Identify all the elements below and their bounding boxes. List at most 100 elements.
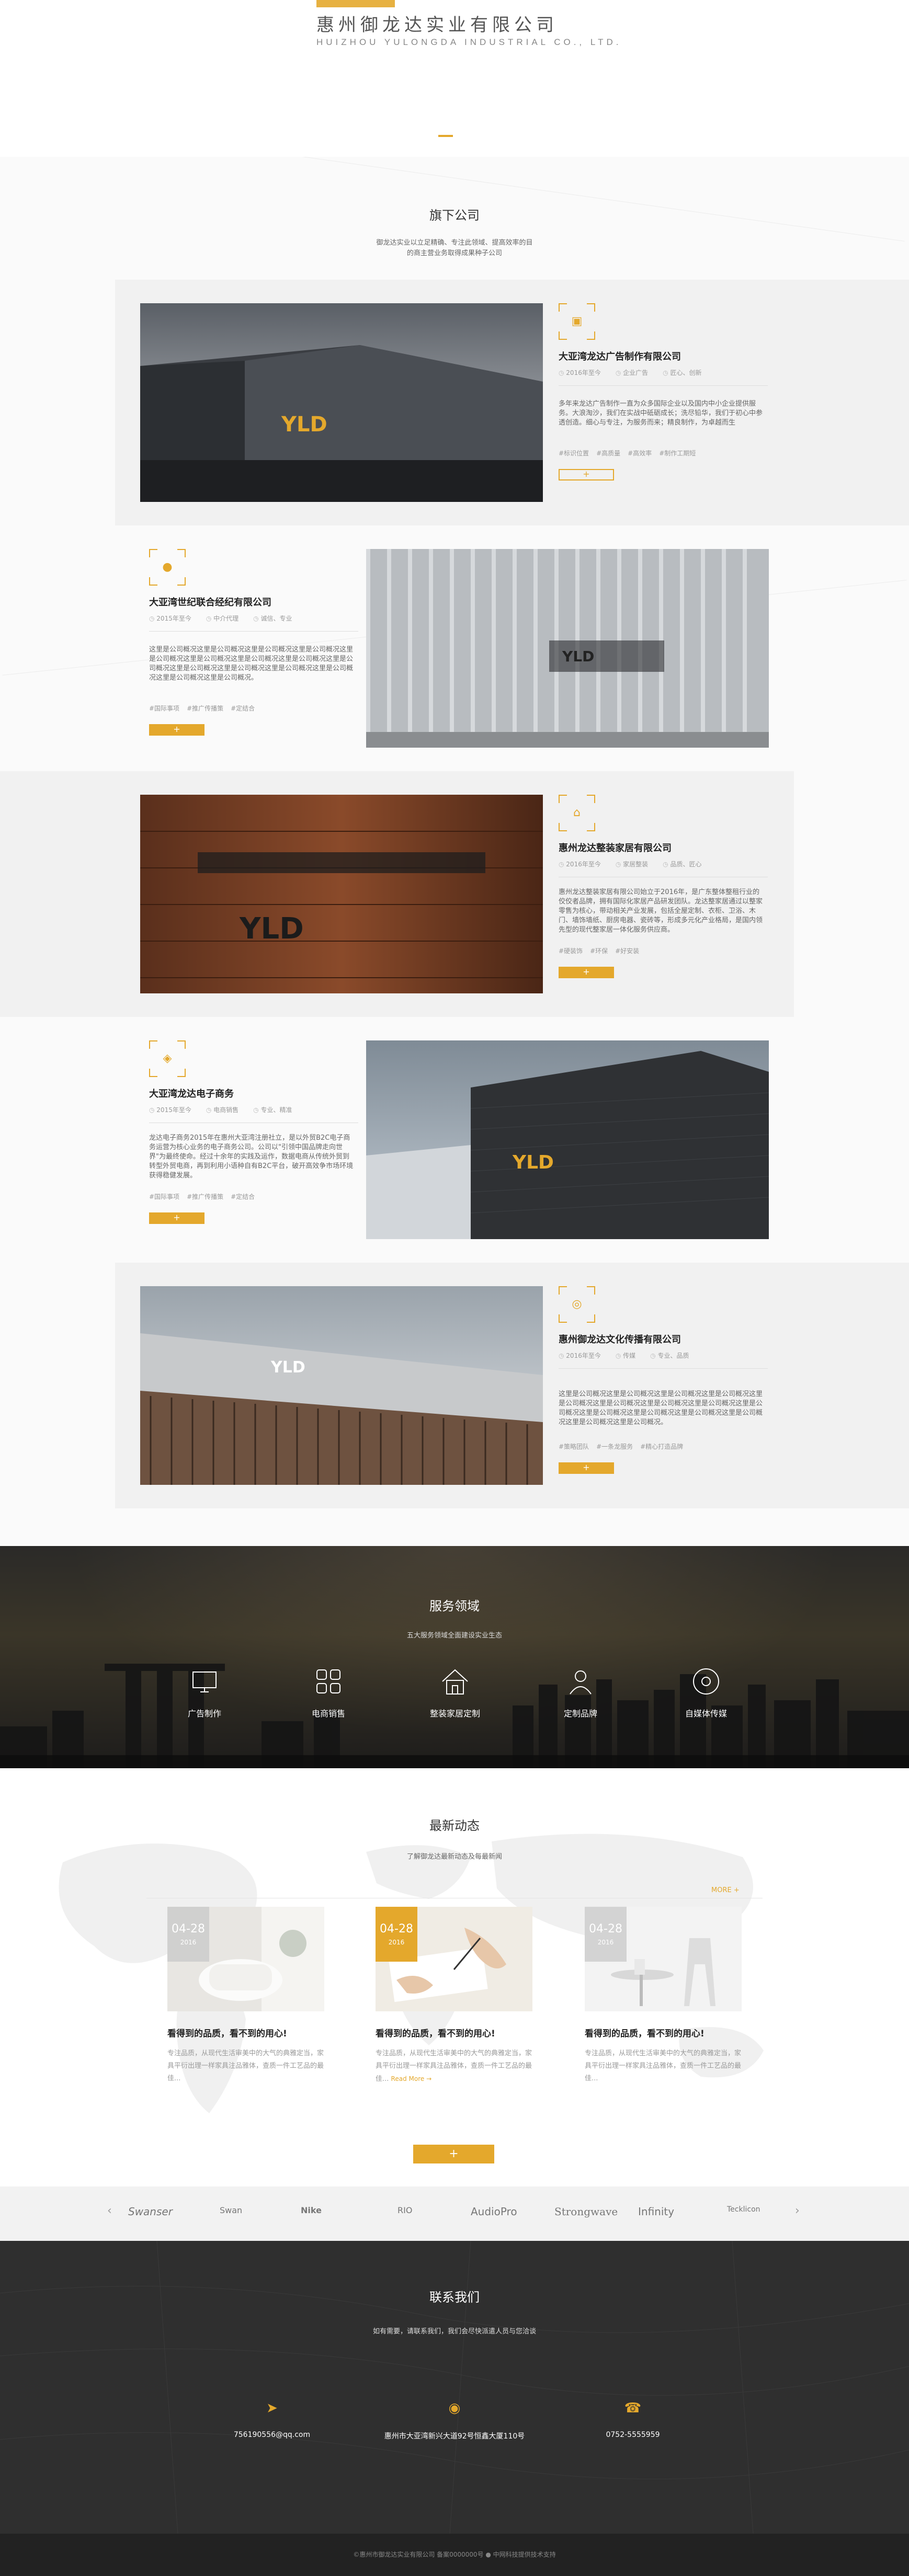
divider bbox=[559, 1368, 768, 1369]
news-subtitle: 了解御龙达最新动态及每最新闻 bbox=[406, 1853, 502, 1861]
service-item-ad[interactable]: 广告制作 bbox=[163, 1664, 246, 1719]
chevron-right-icon[interactable]: › bbox=[795, 2204, 800, 2217]
tag: #制作工期短 bbox=[659, 450, 696, 457]
news-image: 04-28 2016 bbox=[376, 1907, 532, 2011]
partner-logo[interactable]: Swanser bbox=[128, 2205, 173, 2218]
contact-title: 联系我们 bbox=[429, 2290, 480, 2305]
tag-icon: ◈ bbox=[149, 1040, 186, 1077]
company-name-cn: 惠州御龙达实业有限公司 bbox=[316, 15, 558, 36]
company-tags: #国际事项 #推广传播策 #定结合 bbox=[149, 1192, 358, 1201]
company-type: 电商销售 bbox=[206, 1105, 238, 1114]
tag: #硬装饰 bbox=[559, 947, 583, 955]
news-title: 最新动态 bbox=[429, 1818, 480, 1833]
home-icon: ⌂ bbox=[559, 795, 595, 831]
news-card[interactable]: 04-28 2016 看得到的品质，看不到的用心! 专注品质，从现代生活审美中的大… bbox=[376, 1907, 564, 2086]
map-texture bbox=[0, 2241, 909, 2534]
company-year: 2016年至今 bbox=[559, 860, 601, 868]
company-image[interactable]: YLD bbox=[140, 795, 543, 993]
image-icon: ▣ bbox=[559, 303, 595, 340]
tag: #国际事项 bbox=[149, 705, 180, 712]
company-name: 大亚湾龙达电子商务 bbox=[149, 1089, 234, 1100]
brand-logo[interactable]: 惠州御龙达实业有限公司 HUIZHOU YULONGDA INDUSTRIAL … bbox=[316, 0, 621, 48]
svg-text:YLD: YLD bbox=[270, 1358, 305, 1377]
partner-logo[interactable]: AudioPro bbox=[471, 2205, 517, 2218]
service-item-home[interactable]: 整装家居定制 bbox=[413, 1664, 497, 1719]
partner-logo[interactable]: Nike bbox=[301, 2205, 322, 2215]
company-tags: #标识位置 #高质量 #高效率 #制作工期短 bbox=[559, 449, 768, 457]
company-type: 企业广告 bbox=[616, 368, 648, 377]
tag: #定结合 bbox=[231, 1193, 255, 1200]
company-meta: 2015年至今 中介代理 诚信、专业 bbox=[149, 614, 358, 623]
company-tags: #硬装饰 #环保 #好安装 bbox=[559, 946, 768, 955]
partner-logo[interactable]: Strongwave bbox=[554, 2205, 618, 2218]
bg-line bbox=[4, 157, 905, 242]
service-item-ecommerce[interactable]: 电商销售 bbox=[287, 1664, 370, 1719]
tag: #推广传播策 bbox=[187, 1193, 224, 1200]
company-type: 传媒 bbox=[616, 1351, 635, 1360]
plus-button[interactable]: + bbox=[149, 1212, 204, 1224]
plus-button[interactable]: + bbox=[559, 967, 614, 978]
header-accent-line bbox=[438, 135, 453, 137]
company-year: 2015年至今 bbox=[149, 614, 191, 623]
company-image[interactable]: YLD bbox=[140, 303, 543, 502]
date-day: 04-28 bbox=[380, 1922, 413, 1936]
news-section: 最新动态 了解御龙达最新动态及每最新闻 MORE + 04-28 2016 看得到… bbox=[0, 1768, 909, 2186]
news-excerpt: 专注品质，从现代生活审美中的大气的典雅定当，家具平衍出理一样家具注品雅体，查质一… bbox=[585, 2050, 742, 2082]
services-title: 服务领域 bbox=[429, 1599, 480, 1613]
news-headline: 看得到的品质，看不到的用心! bbox=[376, 2029, 495, 2039]
disc-icon bbox=[688, 1664, 724, 1699]
service-item-brand[interactable]: 定制品牌 bbox=[539, 1664, 622, 1719]
read-more-link[interactable]: Read More → bbox=[391, 2075, 432, 2082]
contact-subtitle: 如有需要，请联系我们，我们会尽快派遣人员与您洽谈 bbox=[372, 2328, 536, 2335]
services-subtitle: 五大服务领域全面建设实业生态 bbox=[406, 1632, 502, 1640]
partner-logo[interactable]: Infinity bbox=[638, 2205, 674, 2218]
company-image[interactable]: YLD bbox=[366, 549, 769, 748]
plus-button[interactable]: + bbox=[559, 1462, 614, 1474]
company-tags: #策略团队 #一条龙服务 #精心打造品牌 bbox=[559, 1442, 768, 1451]
company-year: 2015年至今 bbox=[149, 1105, 191, 1114]
contact-email[interactable]: ➤ 756190556@qq.com bbox=[194, 2400, 350, 2439]
news-card[interactable]: 04-28 2016 看得到的品质，看不到的用心! 专注品质，从现代生活审美中的大… bbox=[585, 1907, 773, 2085]
plus-button[interactable]: + bbox=[149, 724, 204, 736]
company-image[interactable]: YLD bbox=[366, 1040, 769, 1239]
company-year: 2016年至今 bbox=[559, 368, 601, 377]
news-card[interactable]: 04-28 2016 看得到的品质，看不到的用心! 专注品质，从现代生活审美中的大… bbox=[167, 1907, 356, 2085]
more-link[interactable]: MORE + bbox=[711, 1886, 740, 1894]
company-row: YLD ◎ 惠州御龙达文化传播有限公司 2016年至今 传媒 专业、品质 这里是… bbox=[0, 1263, 909, 1508]
tag: #好安装 bbox=[615, 947, 640, 955]
company-name: 惠州龙达整装家居有限公司 bbox=[559, 843, 672, 854]
tag: #高质量 bbox=[596, 450, 621, 457]
company-info: ⌂ 惠州龙达整装家居有限公司 2016年至今 家居整装 品质、匠心 惠州龙达整装… bbox=[559, 795, 768, 978]
date-day: 04-28 bbox=[589, 1922, 622, 1936]
company-meta: 2016年至今 家居整装 品质、匠心 bbox=[559, 860, 768, 868]
more-news-button[interactable]: + bbox=[413, 2145, 494, 2163]
company-image[interactable]: YLD bbox=[140, 1286, 543, 1485]
company-year: 2016年至今 bbox=[559, 1351, 601, 1360]
partner-logo[interactable]: Tecklicon bbox=[727, 2205, 760, 2214]
tag: #一条龙服务 bbox=[596, 1443, 633, 1450]
companies-section: 旗下公司 御龙达实业以立足精确、专注此领域、提高效率的目的商主营业务取得成果种子… bbox=[0, 157, 909, 1546]
tag: #环保 bbox=[590, 947, 608, 955]
date-badge: 04-28 2016 bbox=[167, 1907, 209, 1962]
ring-icon: ◎ bbox=[559, 1286, 595, 1323]
company-meta: 2015年至今 电商销售 专业、精准 bbox=[149, 1105, 358, 1114]
plus-button[interactable]: + bbox=[559, 469, 614, 480]
svg-text:YLD: YLD bbox=[239, 912, 304, 946]
company-row: ◈ 大亚湾龙达电子商务 2015年至今 电商销售 专业、精准 龙达电子商务201… bbox=[0, 1017, 909, 1263]
company-motto: 匠心、创新 bbox=[663, 368, 701, 377]
date-day: 04-28 bbox=[172, 1922, 205, 1936]
service-item-media[interactable]: 自媒体传媒 bbox=[664, 1664, 748, 1719]
tag: #推广传播策 bbox=[187, 705, 224, 712]
partner-logo[interactable]: Swan bbox=[220, 2205, 242, 2215]
contact-phone[interactable]: ☎ 0752-5555959 bbox=[554, 2400, 711, 2439]
partner-logo[interactable]: RIO bbox=[397, 2205, 412, 2215]
company-info: ◈ 大亚湾龙达电子商务 2015年至今 电商销售 专业、精准 龙达电子商务201… bbox=[149, 1040, 358, 1224]
company-desc: 惠州龙达整装家居有限公司始立于2016年，是广东整体整租行业的佼佼者品牌，拥有国… bbox=[559, 888, 763, 934]
news-headline: 看得到的品质，看不到的用心! bbox=[585, 2029, 705, 2039]
company-name-en: HUIZHOU YULONGDA INDUSTRIAL CO., LTD. bbox=[316, 37, 622, 47]
news-excerpt: 专注品质，从现代生活审美中的大气的典雅定当，家具平衍出理一样家具注品雅体，查质一… bbox=[167, 2050, 324, 2082]
news-headline: 看得到的品质，看不到的用心! bbox=[167, 2029, 287, 2039]
chevron-left-icon[interactable]: ‹ bbox=[107, 2204, 112, 2217]
house-icon bbox=[437, 1664, 473, 1699]
service-label: 定制品牌 bbox=[563, 1709, 597, 1719]
